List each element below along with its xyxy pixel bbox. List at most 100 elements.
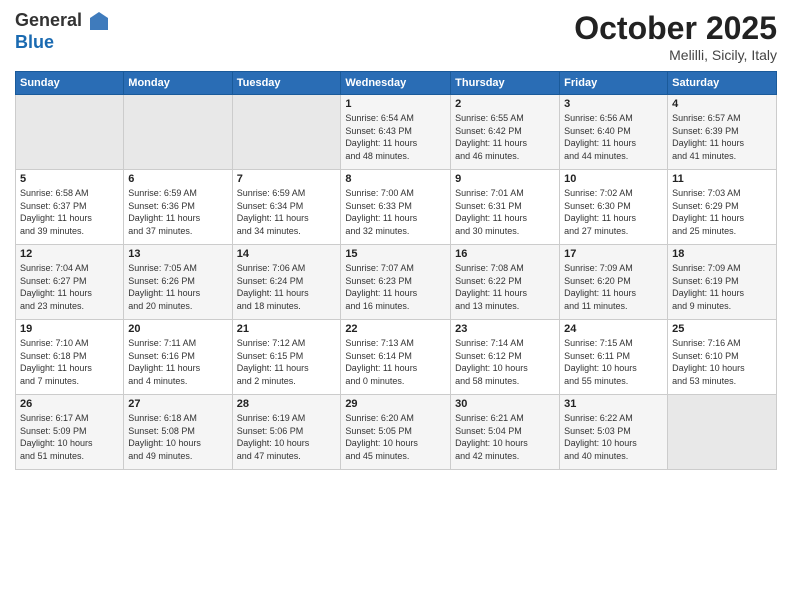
table-row: 5 Sunrise: 6:58 AM Sunset: 6:37 PM Daylig…	[16, 170, 124, 245]
table-row: 20Sunrise: 7:11 AM Sunset: 6:16 PM Dayli…	[124, 320, 232, 395]
day-info: Sunrise: 6:19 AM Sunset: 5:06 PM Dayligh…	[237, 412, 337, 462]
table-row: 31 Sunrise: 6:22 AM Sunset: 5:03 PM Dayli…	[560, 395, 668, 470]
day-number: 2	[455, 98, 555, 110]
day-info: Sunrise: 7:11 AM Sunset: 6:16 PM Dayligh…	[128, 337, 227, 387]
table-row	[232, 95, 341, 170]
day-number: 14	[237, 248, 337, 260]
location: Melilli, Sicily, Italy	[574, 47, 777, 63]
day-info: Sunrise: 7:12 AM Sunset: 6:15 PM Dayligh…	[237, 337, 337, 387]
day-info: Sunrise: 7:09 AM Sunset: 6:20 PM Dayligh…	[564, 262, 663, 312]
day-info: Sunrise: 7:02 AM Sunset: 6:30 PM Dayligh…	[564, 187, 663, 237]
day-info: Sunrise: 6:56 AM Sunset: 6:40 PM Dayligh…	[564, 112, 663, 162]
table-row: 17 Sunrise: 7:09 AM Sunset: 6:20 PM Dayli…	[560, 245, 668, 320]
table-row: 10 Sunrise: 7:02 AM Sunset: 6:30 PM Dayli…	[560, 170, 668, 245]
day-number: 26	[20, 398, 119, 410]
table-row	[16, 95, 124, 170]
table-row: 4 Sunrise: 6:57 AM Sunset: 6:39 PM Daylig…	[668, 95, 777, 170]
week-row-3: 19 Sunrise: 7:10 AM Sunset: 6:18 PM Dayli…	[16, 320, 777, 395]
col-tuesday: Tuesday	[232, 72, 341, 95]
day-number: 4	[672, 98, 772, 110]
day-number: 31	[564, 398, 663, 410]
day-info: Sunrise: 6:59 AM Sunset: 6:34 PM Dayligh…	[237, 187, 337, 237]
day-number: 24	[564, 323, 663, 335]
day-number: 1	[345, 98, 446, 110]
table-row: 15Sunrise: 7:07 AM Sunset: 6:23 PM Dayli…	[341, 245, 451, 320]
day-number: 11	[672, 173, 772, 185]
day-info: Sunrise: 6:57 AM Sunset: 6:39 PM Dayligh…	[672, 112, 772, 162]
logo-icon	[88, 10, 110, 32]
week-row-4: 26 Sunrise: 6:17 AM Sunset: 5:09 PM Dayli…	[16, 395, 777, 470]
day-number: 16	[455, 248, 555, 260]
week-row-2: 12Sunrise: 7:04 AM Sunset: 6:27 PM Dayli…	[16, 245, 777, 320]
day-info: Sunrise: 7:05 AM Sunset: 6:26 PM Dayligh…	[128, 262, 227, 312]
day-info: Sunrise: 7:06 AM Sunset: 6:24 PM Dayligh…	[237, 262, 337, 312]
table-row: 25 Sunrise: 7:16 AM Sunset: 6:10 PM Dayli…	[668, 320, 777, 395]
col-sunday: Sunday	[16, 72, 124, 95]
col-wednesday: Wednesday	[341, 72, 451, 95]
col-friday: Friday	[560, 72, 668, 95]
table-row: 7 Sunrise: 6:59 AM Sunset: 6:34 PM Daylig…	[232, 170, 341, 245]
day-number: 10	[564, 173, 663, 185]
day-number: 22	[345, 323, 446, 335]
day-number: 3	[564, 98, 663, 110]
page: General Blue October 2025 Melilli, Sicil…	[0, 0, 792, 612]
day-number: 5	[20, 173, 119, 185]
calendar-table: Sunday Monday Tuesday Wednesday Thursday…	[15, 71, 777, 470]
day-info: Sunrise: 7:13 AM Sunset: 6:14 PM Dayligh…	[345, 337, 446, 387]
table-row: 14 Sunrise: 7:06 AM Sunset: 6:24 PM Dayli…	[232, 245, 341, 320]
week-row-0: 1 Sunrise: 6:54 AM Sunset: 6:43 PM Daylig…	[16, 95, 777, 170]
table-row: 30 Sunrise: 6:21 AM Sunset: 5:04 PM Dayli…	[451, 395, 560, 470]
day-number: 19	[20, 323, 119, 335]
day-number: 27	[128, 398, 227, 410]
day-number: 9	[455, 173, 555, 185]
table-row: 21Sunrise: 7:12 AM Sunset: 6:15 PM Dayli…	[232, 320, 341, 395]
table-row: 9Sunrise: 7:01 AM Sunset: 6:31 PM Daylig…	[451, 170, 560, 245]
day-info: Sunrise: 6:20 AM Sunset: 5:05 PM Dayligh…	[345, 412, 446, 462]
day-info: Sunrise: 6:22 AM Sunset: 5:03 PM Dayligh…	[564, 412, 663, 462]
day-info: Sunrise: 6:21 AM Sunset: 5:04 PM Dayligh…	[455, 412, 555, 462]
header: General Blue October 2025 Melilli, Sicil…	[15, 10, 777, 63]
day-number: 25	[672, 323, 772, 335]
table-row: 12Sunrise: 7:04 AM Sunset: 6:27 PM Dayli…	[16, 245, 124, 320]
table-row: 23 Sunrise: 7:14 AM Sunset: 6:12 PM Dayli…	[451, 320, 560, 395]
logo: General Blue	[15, 10, 111, 54]
col-thursday: Thursday	[451, 72, 560, 95]
table-row: 27 Sunrise: 6:18 AM Sunset: 5:08 PM Dayli…	[124, 395, 232, 470]
day-number: 6	[128, 173, 227, 185]
table-row: 11 Sunrise: 7:03 AM Sunset: 6:29 PM Dayli…	[668, 170, 777, 245]
day-info: Sunrise: 6:17 AM Sunset: 5:09 PM Dayligh…	[20, 412, 119, 462]
day-number: 7	[237, 173, 337, 185]
day-info: Sunrise: 7:07 AM Sunset: 6:23 PM Dayligh…	[345, 262, 446, 312]
day-info: Sunrise: 6:55 AM Sunset: 6:42 PM Dayligh…	[455, 112, 555, 162]
day-info: Sunrise: 7:10 AM Sunset: 6:18 PM Dayligh…	[20, 337, 119, 387]
day-info: Sunrise: 7:14 AM Sunset: 6:12 PM Dayligh…	[455, 337, 555, 387]
table-row: 13 Sunrise: 7:05 AM Sunset: 6:26 PM Dayli…	[124, 245, 232, 320]
table-row: 28 Sunrise: 6:19 AM Sunset: 5:06 PM Dayli…	[232, 395, 341, 470]
table-row	[668, 395, 777, 470]
logo-blue-text: Blue	[15, 32, 54, 52]
day-number: 28	[237, 398, 337, 410]
table-row: 24Sunrise: 7:15 AM Sunset: 6:11 PM Dayli…	[560, 320, 668, 395]
day-info: Sunrise: 6:18 AM Sunset: 5:08 PM Dayligh…	[128, 412, 227, 462]
day-number: 30	[455, 398, 555, 410]
table-row: 6 Sunrise: 6:59 AM Sunset: 6:36 PM Daylig…	[124, 170, 232, 245]
day-number: 23	[455, 323, 555, 335]
table-row: 1 Sunrise: 6:54 AM Sunset: 6:43 PM Daylig…	[341, 95, 451, 170]
table-row	[124, 95, 232, 170]
day-number: 17	[564, 248, 663, 260]
table-row: 18Sunrise: 7:09 AM Sunset: 6:19 PM Dayli…	[668, 245, 777, 320]
day-info: Sunrise: 6:59 AM Sunset: 6:36 PM Dayligh…	[128, 187, 227, 237]
week-row-1: 5 Sunrise: 6:58 AM Sunset: 6:37 PM Daylig…	[16, 170, 777, 245]
table-row: 19 Sunrise: 7:10 AM Sunset: 6:18 PM Dayli…	[16, 320, 124, 395]
table-row: 26 Sunrise: 6:17 AM Sunset: 5:09 PM Dayli…	[16, 395, 124, 470]
day-info: Sunrise: 6:58 AM Sunset: 6:37 PM Dayligh…	[20, 187, 119, 237]
month-title: October 2025	[574, 10, 777, 47]
day-number: 13	[128, 248, 227, 260]
day-info: Sunrise: 7:08 AM Sunset: 6:22 PM Dayligh…	[455, 262, 555, 312]
logo-general-text: General	[15, 10, 82, 30]
day-number: 12	[20, 248, 119, 260]
day-info: Sunrise: 7:03 AM Sunset: 6:29 PM Dayligh…	[672, 187, 772, 237]
day-info: Sunrise: 6:54 AM Sunset: 6:43 PM Dayligh…	[345, 112, 446, 162]
day-info: Sunrise: 7:16 AM Sunset: 6:10 PM Dayligh…	[672, 337, 772, 387]
col-monday: Monday	[124, 72, 232, 95]
